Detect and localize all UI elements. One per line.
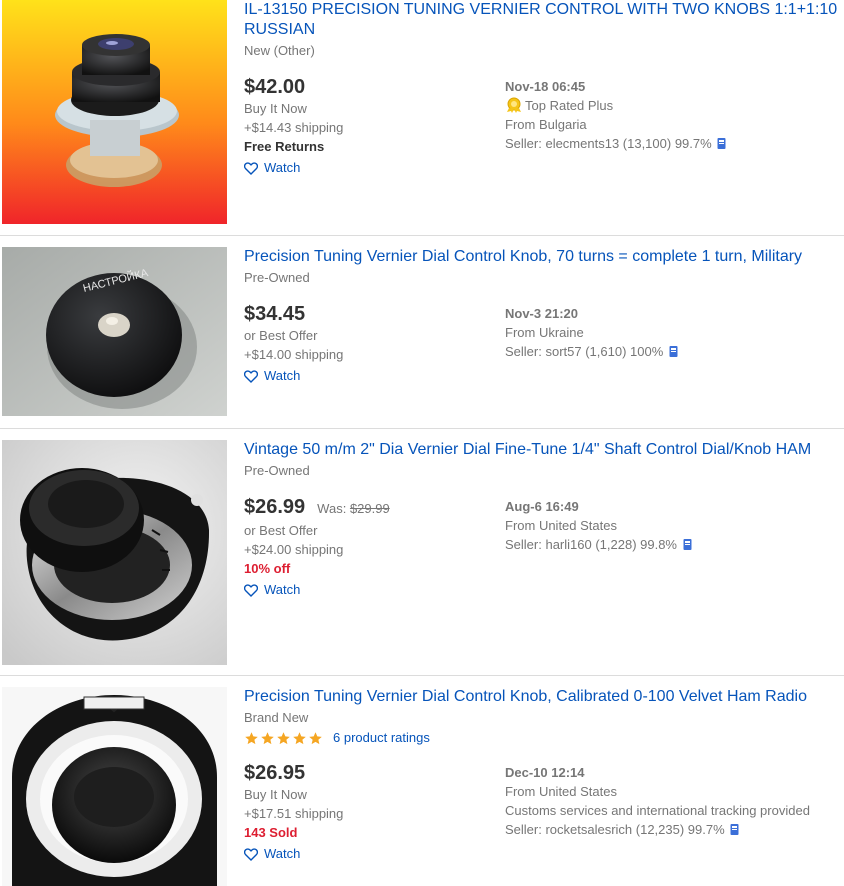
seller-text: Seller: rocketsalesrich (12,235) 99.7% <box>505 822 725 838</box>
star-icon <box>293 731 306 744</box>
seller-info: Seller: sort57 (1,610) 100% <box>505 342 844 361</box>
vernier-knob-image[interactable] <box>2 687 227 886</box>
buy-format: Buy It Now <box>244 787 307 803</box>
top-rated-label: Top Rated Plus <box>525 98 614 113</box>
watch-button[interactable]: Watch <box>244 159 300 177</box>
star-rating[interactable] <box>244 731 323 746</box>
buy-format: Buy It Now <box>244 101 307 116</box>
listing-1: IL-13150 PRECISION TUNING VERNIER CONTRO… <box>0 0 844 236</box>
listing-date: Nov-18 06:45 <box>505 79 586 94</box>
seller-info: Seller: rocketsalesrich (12,235) 99.7% <box>505 820 835 839</box>
vernier-knob-image[interactable]: НАСТРОЙКА <box>2 247 227 416</box>
vernier-knob-image[interactable] <box>2 440 227 665</box>
watch-label: Watch <box>264 368 301 383</box>
price-block: $26.99 Was: $29.99 <box>244 495 494 521</box>
shipping-cost: +$14.43 shipping <box>244 120 344 135</box>
seller-badge-icon <box>717 138 726 149</box>
seller-info: Seller: harli160 (1,228) 99.8% <box>505 535 844 554</box>
shipping-extra-info: Customs services and international track… <box>505 803 810 819</box>
listing-2: НАСТРОЙКА Precision Tuning Vernier Dial … <box>0 236 844 429</box>
listing-title[interactable]: IL-13150 PRECISION TUNING VERNIER CONTRO… <box>244 0 844 40</box>
top-rated-ribbon-icon <box>507 97 521 113</box>
price: $26.99 <box>244 496 306 518</box>
listing-date: Dec-10 12:14 <box>505 765 585 781</box>
condition-label: New (Other) <box>244 43 315 58</box>
buy-format: or Best Offer <box>244 523 318 538</box>
listing-title[interactable]: Precision Tuning Vernier Dial Control Kn… <box>244 247 844 267</box>
seller-info: Seller: elecments13 (13,100) 99.7% <box>505 134 844 153</box>
heart-icon <box>244 161 258 175</box>
listing-4-thumbnail[interactable] <box>2 687 227 886</box>
listing-3: Vintage 50 m/m 2" Dia Vernier Dial Fine-… <box>0 429 844 676</box>
listing-4: Precision Tuning Vernier Dial Control Kn… <box>0 676 844 886</box>
star-icon <box>309 731 322 744</box>
top-rated-badge: Top Rated Plus <box>505 96 844 115</box>
watch-label: Watch <box>264 160 301 175</box>
sold-count: 143 Sold <box>244 825 298 841</box>
watch-button[interactable]: Watch <box>244 581 300 599</box>
item-location: From Bulgaria <box>505 117 587 132</box>
search-results-list: IL-13150 PRECISION TUNING VERNIER CONTRO… <box>0 0 844 886</box>
star-icon <box>261 731 274 744</box>
rating-row: 6 product ratings <box>244 729 844 747</box>
listing-3-thumbnail[interactable] <box>2 440 227 665</box>
shipping-cost: +$14.00 shipping <box>244 347 344 362</box>
item-location: From Ukraine <box>505 325 584 340</box>
price: $42.00 <box>244 76 306 98</box>
listing-title[interactable]: Precision Tuning Vernier Dial Control Kn… <box>244 687 844 707</box>
seller-badge-icon <box>683 539 692 550</box>
item-location: From United States <box>505 784 617 800</box>
star-icon <box>277 731 290 744</box>
seller-text: Seller: elecments13 (13,100) 99.7% <box>505 136 712 151</box>
heart-icon <box>244 848 258 861</box>
was-price-value: $29.99 <box>349 501 390 516</box>
condition-label: Pre-Owned <box>244 463 310 478</box>
price: $34.45 <box>244 303 306 325</box>
watch-button[interactable]: Watch <box>244 367 300 385</box>
seller-badge-icon <box>730 824 739 836</box>
condition-label: Pre-Owned <box>244 270 310 285</box>
vernier-knob-image[interactable] <box>2 0 227 224</box>
watch-button[interactable]: Watch <box>244 845 300 863</box>
item-location: From United States <box>505 518 617 533</box>
listing-2-thumbnail[interactable]: НАСТРОЙКА <box>2 247 227 416</box>
watch-label: Watch <box>264 846 301 862</box>
condition-label: Brand New <box>244 710 309 725</box>
discount-label: 10% off <box>244 561 291 576</box>
seller-text: Seller: harli160 (1,228) 99.8% <box>505 537 677 552</box>
listing-title[interactable]: Vintage 50 m/m 2" Dia Vernier Dial Fine-… <box>244 440 844 460</box>
listing-1-thumbnail[interactable] <box>2 0 227 224</box>
price: $26.95 <box>244 762 306 785</box>
was-label: Was: <box>317 501 347 516</box>
was-price: Was: $29.99 <box>317 501 390 516</box>
watch-label: Watch <box>264 582 301 597</box>
free-returns: Free Returns <box>244 139 325 154</box>
heart-icon <box>244 583 258 597</box>
listing-date: Nov-3 21:20 <box>505 306 578 321</box>
shipping-cost: +$17.51 shipping <box>244 806 344 822</box>
star-icon <box>245 731 258 744</box>
shipping-cost: +$24.00 shipping <box>244 542 344 557</box>
heart-icon <box>244 369 258 383</box>
seller-text: Seller: sort57 (1,610) 100% <box>505 344 664 359</box>
buy-format: or Best Offer <box>244 328 318 343</box>
listing-date: Aug-6 16:49 <box>505 499 579 514</box>
product-ratings-link[interactable]: 6 product ratings <box>333 730 430 745</box>
seller-badge-icon <box>669 346 678 357</box>
